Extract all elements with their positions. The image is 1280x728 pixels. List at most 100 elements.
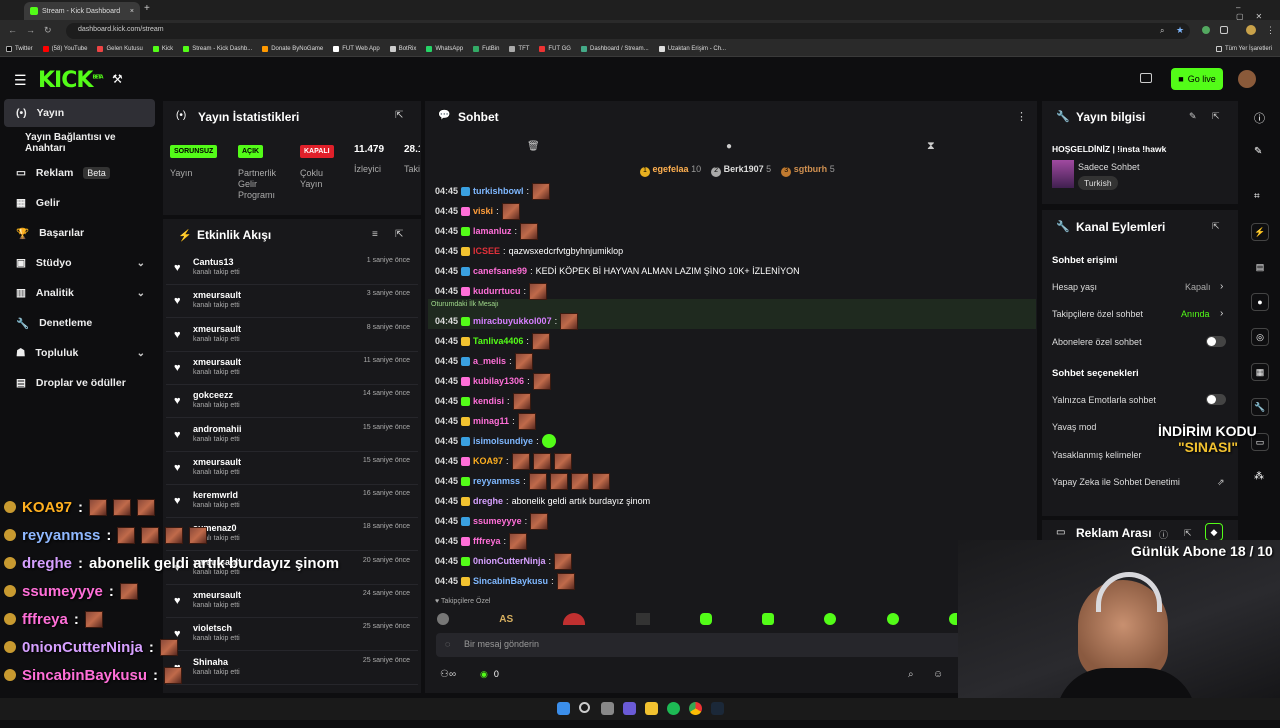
sidebar-item-reklam[interactable]: ▭ Reklam Beta: [4, 159, 155, 187]
subs-chat-toggle[interactable]: [1206, 336, 1226, 347]
chat-username[interactable]: isimolsundiye: [473, 436, 533, 446]
spotify-icon[interactable]: [667, 702, 680, 715]
chat-username[interactable]: kendisi: [473, 396, 504, 406]
chat-username[interactable]: SincabinBaykusu: [473, 576, 548, 586]
bookmark-twitter[interactable]: Twitter: [6, 46, 33, 52]
bookmark-dashboard-stream[interactable]: Dashboard / Stream...: [580, 46, 649, 52]
emote-icon[interactable]: [824, 613, 837, 625]
chat-username[interactable]: viski: [473, 206, 493, 216]
pencil-icon[interactable]: ✎: [1254, 146, 1262, 157]
chat-message[interactable]: 04:45 isimolsundiye:: [435, 432, 556, 450]
chat-message[interactable]: 04:45 ICSEE: qazwsxedcrfvtgbyhnjumiklop: [435, 242, 623, 260]
kick-logo[interactable]: KICKBETA: [38, 68, 104, 93]
chat-username[interactable]: dreghe: [473, 496, 503, 506]
lightning-button[interactable]: ⚡: [1251, 223, 1269, 241]
chat-username[interactable]: kubilay1306: [473, 376, 524, 386]
chat-message[interactable]: 04:45 viski:: [435, 202, 520, 220]
activity-item[interactable]: ♥ gokceezz kanalı takip etti 14 saniye önce: [166, 385, 418, 419]
info-icon[interactable]: ⓘ: [1254, 110, 1265, 126]
bookmark-futgg[interactable]: FUT GG: [539, 46, 571, 52]
chat-username[interactable]: a_melis: [473, 356, 506, 366]
emote-icon[interactable]: [886, 613, 899, 625]
bookmark-tft[interactable]: TFT: [509, 46, 529, 52]
activity-item[interactable]: ♥ xmeursault kanalı takip etti 24 saniye ön…: [166, 585, 418, 618]
emote-icon[interactable]: [437, 613, 449, 625]
ad-settings-button[interactable]: ◆: [1205, 523, 1223, 541]
sidebar-item-stream-key[interactable]: Yayın Bağlantısı ve Anahtarı: [4, 129, 155, 157]
teams-icon[interactable]: [623, 702, 636, 715]
bookmark-whatsapp[interactable]: WhatsApp: [426, 46, 463, 52]
wrench-button[interactable]: 🔧: [1251, 398, 1269, 416]
chat-username[interactable]: minag11: [473, 416, 509, 426]
community-icon[interactable]: ⁂: [1254, 471, 1264, 482]
chat-message[interactable]: 04:45 minag11:: [435, 412, 536, 430]
bookmark-kick-dashboard[interactable]: Stream - Kick Dashb...: [183, 46, 252, 52]
steam-icon[interactable]: [711, 702, 724, 715]
chat-username[interactable]: KOA97: [473, 456, 503, 466]
emote-icon[interactable]: AS: [499, 614, 513, 625]
chat-message[interactable]: 04:45 miracbuyukkol007:: [435, 312, 579, 330]
bookmark-kick[interactable]: Kick: [152, 46, 173, 52]
browser-tab[interactable]: Stream - Kick Dashboard ×: [24, 2, 140, 20]
chat-username[interactable]: fffreya: [473, 536, 501, 546]
emote-icon[interactable]: [762, 613, 775, 625]
chat-username[interactable]: lamanluz: [473, 226, 512, 236]
chat-message[interactable]: 04:45 kendisi:: [435, 392, 531, 410]
profile-avatar[interactable]: [1246, 25, 1256, 35]
hammer-icon[interactable]: ⚒: [112, 72, 123, 86]
activity-item[interactable]: ♥ xmeursault kanalı takip etti 3 saniye önc…: [166, 285, 418, 319]
hamburger-icon[interactable]: ☰: [14, 72, 27, 89]
zoom-icon[interactable]: ⌕: [1160, 26, 1164, 36]
filter-icon[interactable]: ≡: [372, 229, 378, 240]
trash-icon[interactable]: 🗑: [527, 141, 540, 152]
activity-item[interactable]: ♥ violetsch kanalı takip etti 25 saniye önc…: [166, 618, 418, 652]
chat-message[interactable]: 04:45 Tanliva4406:: [435, 332, 550, 350]
menu-icon[interactable]: ⋮: [1266, 25, 1275, 36]
window-controls[interactable]: –▢✕: [1236, 3, 1280, 21]
chat-username[interactable]: ICSEE: [473, 246, 500, 256]
chat-message[interactable]: 04:45 canefsane99: KEDİ KÖPEK Bİ HAYVAN AL…: [435, 262, 800, 280]
extension-icon[interactable]: [1202, 26, 1210, 34]
chat-username[interactable]: kudurrtucu: [473, 286, 521, 296]
chat-message[interactable]: 04:45 turkishbowl:: [435, 182, 551, 200]
sidebar-item-analitik[interactable]: ▥ Analitik ⌄: [4, 279, 155, 307]
activity-item[interactable]: ♥ Cantus13 kanalı takip etti 1 saniye önce: [166, 252, 418, 285]
chat-message[interactable]: 04:45 ssumeyyye:: [435, 512, 549, 530]
chat-button[interactable]: ●: [1251, 293, 1269, 311]
activity-item[interactable]: ♥Shinahakanalı takip etti25 saniye önce: [166, 652, 418, 685]
bookmark-fut[interactable]: FUT Web App: [333, 46, 380, 52]
all-bookmarks[interactable]: Tüm Yer İşaretleri: [1215, 46, 1280, 52]
ai-moderation-label[interactable]: Yapay Zeka ile Sohbet Denetimi: [1052, 477, 1180, 487]
chat-username[interactable]: miracbuyukkol007: [473, 316, 552, 326]
chat-username[interactable]: turkishbowl: [473, 186, 524, 196]
chat-username[interactable]: canefsane99: [473, 266, 527, 276]
expand-icon[interactable]: ⇱: [395, 110, 403, 121]
sidebar-item-basarilar[interactable]: 🏆 Başarılar: [4, 219, 155, 247]
emote-icon[interactable]: [563, 613, 586, 625]
banned-words-label[interactable]: Yasaklanmış kelimeler: [1052, 450, 1141, 460]
activity-item[interactable]: ♥ keremwrld kanalı takip etti 16 saniye önc…: [166, 485, 418, 519]
settings-icon[interactable]: [601, 702, 614, 715]
activity-item[interactable]: ♥ xmeursault kanalı takip etti 11 saniye ön…: [166, 352, 418, 385]
expand-icon[interactable]: ⇱: [1212, 111, 1220, 122]
followers-chat-value[interactable]: Anında: [1181, 309, 1210, 319]
emoji-icon[interactable]: ☺: [933, 669, 943, 680]
emote-icon[interactable]: [948, 613, 957, 625]
chat-message[interactable]: 04:45 a_melis:: [435, 352, 533, 370]
gifter-2[interactable]: 2 Berk1907 5: [711, 164, 771, 177]
chat-username[interactable]: ssumeyyye: [473, 516, 522, 526]
chat-username[interactable]: 0nionCutterNinja: [473, 556, 546, 566]
url-field[interactable]: dashboard.kick.com/stream: [66, 23, 1190, 39]
chat-message[interactable]: 04:45 dreghe: abonelik geldi artık burdayı…: [435, 492, 650, 510]
chat-message[interactable]: 04:45 lamanluz:: [435, 222, 539, 240]
emote-icon[interactable]: [635, 613, 650, 625]
expand-icon[interactable]: ⇱: [395, 229, 403, 240]
bookmark-gmail[interactable]: Gelen Kutusu: [97, 46, 143, 52]
bookmark-bynogame[interactable]: Donate ByNoGame: [262, 46, 323, 52]
external-link-icon[interactable]: ⇗: [1217, 477, 1225, 488]
activity-item[interactable]: ♥ xmeursault kanalı takip etti 8 saniye önc…: [166, 319, 418, 352]
chat-message[interactable]: 04:45 kubilay1306:: [435, 372, 551, 390]
chat-message[interactable]: 04:45 kudurrtucu:: [435, 282, 548, 300]
bookmark-futbin[interactable]: FutBin: [473, 46, 499, 52]
chat-message[interactable]: 04:45 reyyanmss:: [435, 472, 610, 490]
